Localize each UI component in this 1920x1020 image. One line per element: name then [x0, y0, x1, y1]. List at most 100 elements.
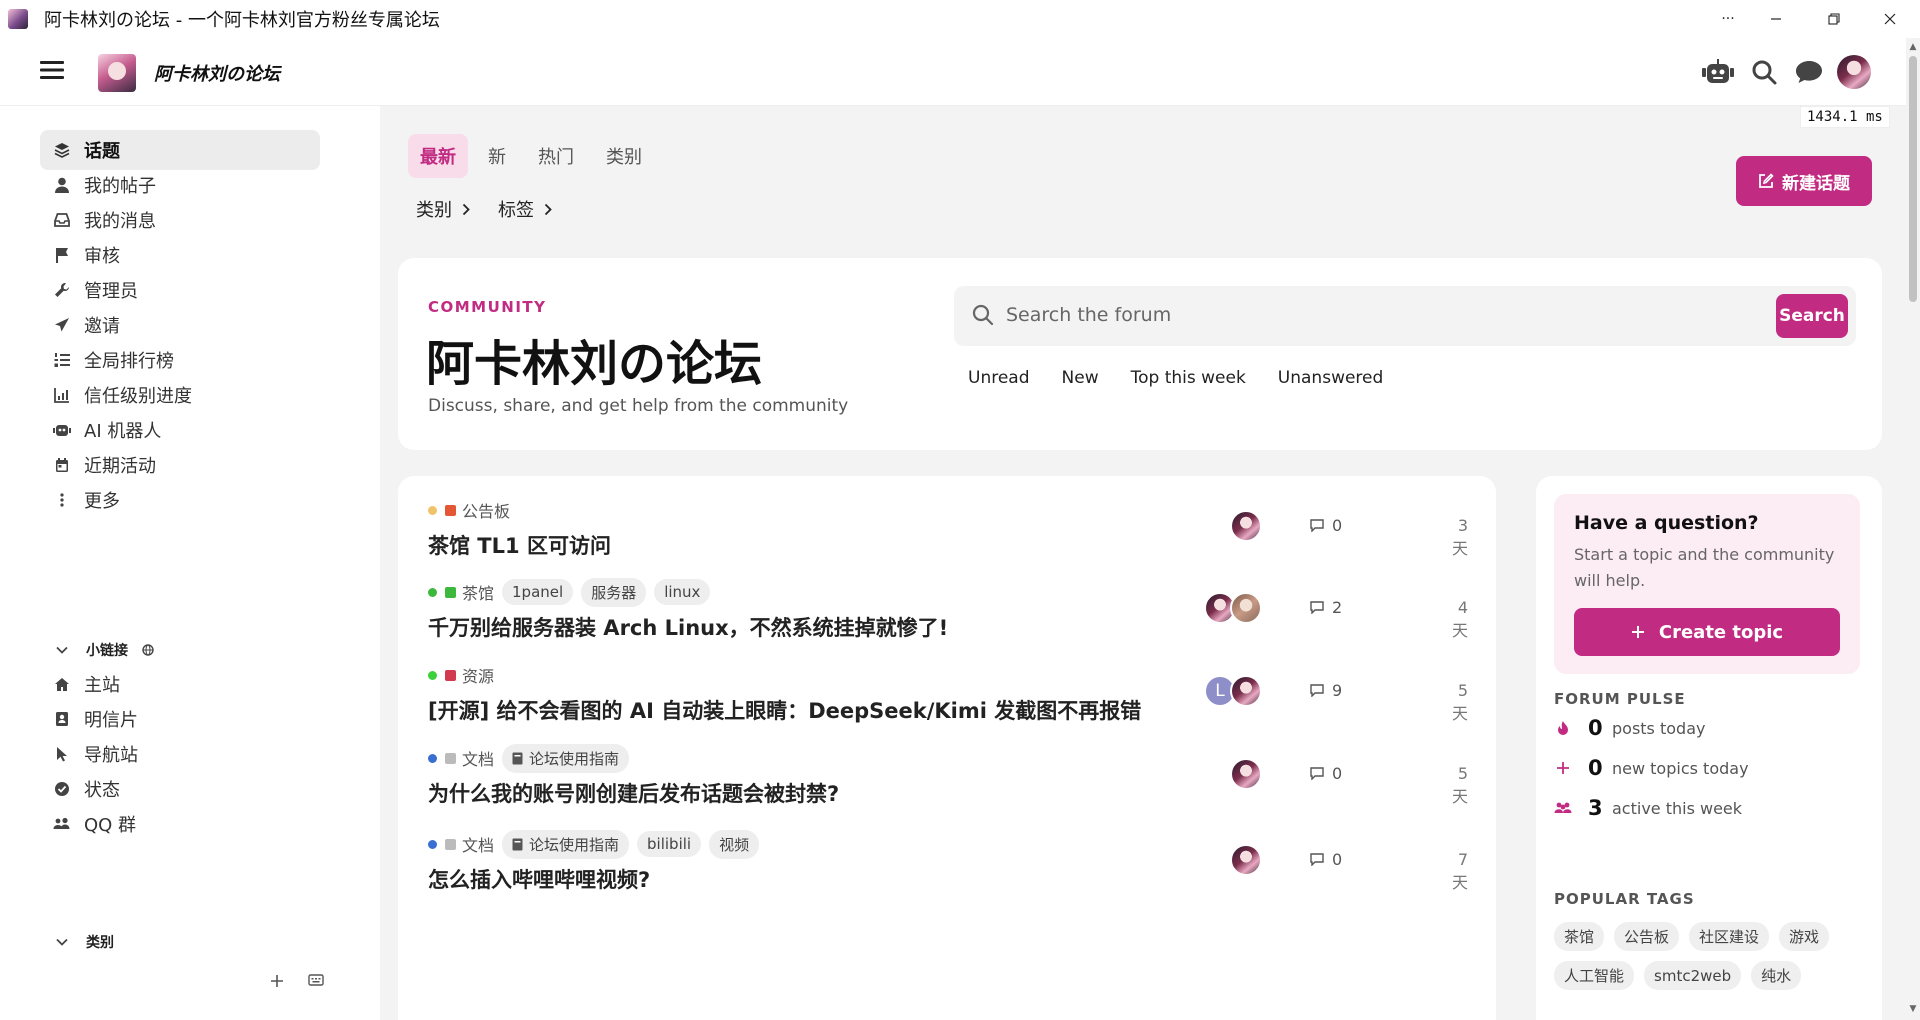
ask-title: Have a question? [1574, 512, 1759, 534]
topic-tag[interactable]: 视频 [709, 829, 760, 859]
sidebar-item-admin[interactable]: 管理员 [40, 270, 320, 310]
sidebar-item-ai-bot[interactable]: AI 机器人 [40, 410, 320, 450]
sidebar-item-review[interactable]: 审核 [40, 235, 320, 275]
sidebar-item-my-posts[interactable]: 我的帖子 [40, 165, 320, 205]
site-logo[interactable] [98, 54, 136, 92]
sidebar: 话题 我的帖子 我的消息 审核 管理员 邀请 全局排行榜 信任级别进度 AI 机… [0, 106, 380, 1020]
popular-tag[interactable]: 游戏 [1779, 922, 1830, 951]
users-icon [44, 804, 80, 844]
topic-row[interactable]: 文档 论坛使用指南 bilibili 视频 怎么插入哔哩哔哩视频? 0 7 天 [428, 829, 1468, 894]
close-window-button[interactable] [1862, 0, 1918, 38]
topic-row[interactable]: 茶馆 1panel 服务器 linux 千万别给服务器装 Arch Linux，不然系统… [428, 577, 1468, 642]
new-topic-button[interactable]: 新建话题 [1736, 156, 1872, 206]
sidebar-item-topics[interactable]: 话题 [40, 130, 320, 170]
restore-button[interactable] [1806, 0, 1862, 38]
topic-category-name: 文档 [462, 836, 495, 855]
category-icon [445, 752, 456, 764]
poster-avatar[interactable] [1230, 592, 1262, 624]
topic-row[interactable]: 公告板 茶馆 TL1 区可访问 0 3 天 [428, 496, 1468, 560]
quick-link-unanswered[interactable]: Unanswered [1278, 368, 1384, 388]
topic-category-link[interactable]: 资源 [445, 663, 494, 687]
popular-tag[interactable]: 茶馆 [1554, 922, 1605, 951]
popular-tag[interactable]: 纯水 [1751, 961, 1802, 990]
quick-link-unread[interactable]: Unread [968, 368, 1030, 388]
site-title[interactable]: 阿卡林刘の论坛 [154, 60, 280, 86]
topic-tag[interactable]: 论坛使用指南 [502, 829, 630, 859]
topic-age[interactable]: 3 天 [1438, 516, 1468, 559]
sidebar-item-my-messages[interactable]: 我的消息 [40, 200, 320, 240]
user-avatar-button[interactable] [1836, 54, 1872, 90]
list-ol-icon [44, 340, 80, 380]
reply-count: 0 [1332, 764, 1343, 783]
categories-section-header[interactable]: 类别 [56, 932, 114, 952]
topic-category-link[interactable]: 文档 [445, 746, 494, 770]
topic-age[interactable]: 5 天 [1438, 764, 1468, 807]
topic-row[interactable]: 资源 [开源] 给不会看图的 AI 自动装上眼睛：DeepSeek/Kimi 发截… [428, 661, 1468, 725]
search-icon[interactable] [1746, 54, 1782, 90]
minimize-button[interactable] [1748, 0, 1804, 38]
topic-category-link[interactable]: 茶馆 [445, 580, 494, 604]
popular-tag[interactable]: 公告板 [1614, 922, 1680, 951]
topic-tag[interactable]: 服务器 [581, 577, 647, 607]
popular-tag[interactable]: smtc2web [1644, 961, 1742, 990]
poster-avatar[interactable] [1230, 675, 1262, 707]
hero-kicker: COMMUNITY [428, 298, 547, 316]
topic-tag[interactable]: linux [654, 579, 711, 605]
tab-new[interactable]: 新 [476, 134, 518, 178]
sidebar-item-leaderboard[interactable]: 全局排行榜 [40, 340, 320, 380]
popular-tags-heading: POPULAR TAGS [1554, 890, 1695, 908]
popular-tag[interactable]: 社区建设 [1689, 922, 1770, 951]
scroll-up-arrow-icon[interactable]: ▲ [1908, 42, 1918, 52]
keyboard-shortcuts-icon[interactable] [308, 974, 324, 988]
sidebar-link-postcard[interactable]: 明信片 [40, 699, 320, 739]
topic-category-link[interactable]: 公告板 [445, 498, 510, 522]
inbox-icon [44, 200, 80, 240]
popular-tag[interactable]: 人工智能 [1554, 961, 1635, 990]
category-filter-dropdown[interactable]: 类别 [416, 196, 470, 222]
chat-icon[interactable] [1791, 54, 1827, 90]
site-header: 阿卡林刘の论坛 [0, 38, 1906, 106]
sidebar-item-trust-level[interactable]: 信任级别进度 [40, 375, 320, 415]
page-scrollbar[interactable]: ▲ ▼ [1906, 38, 1920, 1020]
robot-icon [44, 410, 80, 450]
links-section-header[interactable]: 小链接 [56, 640, 154, 660]
sidebar-link-main-site[interactable]: 主站 [40, 664, 320, 704]
poster-avatar[interactable] [1230, 758, 1262, 790]
quick-link-top-week[interactable]: Top this week [1131, 368, 1246, 388]
tab-latest[interactable]: 最新 [408, 134, 468, 178]
sidebar-item-invite[interactable]: 邀请 [40, 305, 320, 345]
topic-category-link[interactable]: 文档 [445, 832, 494, 856]
sidebar-link-nav-site[interactable]: 导航站 [40, 734, 320, 774]
forum-search-box[interactable]: Search the forum Search [954, 286, 1856, 346]
topic-tag-label: 服务器 [591, 583, 637, 602]
poster-avatar[interactable] [1230, 844, 1262, 876]
poster-avatar[interactable] [1230, 510, 1262, 542]
scroll-down-arrow-icon[interactable]: ▼ [1908, 1004, 1918, 1014]
topic-row[interactable]: 文档 论坛使用指南 为什么我的账号刚创建后发布话题会被封禁? 0 5 天 [428, 743, 1468, 808]
topic-age[interactable]: 4 天 [1438, 598, 1468, 641]
quick-link-new[interactable]: New [1062, 368, 1099, 388]
scrollbar-thumb[interactable] [1909, 56, 1917, 302]
topic-posters [1230, 844, 1262, 876]
tab-hot[interactable]: 热门 [526, 134, 586, 178]
sidebar-link-qq-group[interactable]: QQ 群 [40, 804, 320, 844]
search-button[interactable]: Search [1776, 294, 1848, 338]
topic-age[interactable]: 5 天 [1438, 681, 1468, 724]
ai-bot-button[interactable] [1700, 54, 1736, 90]
ellipsis-vertical-icon [44, 480, 80, 520]
topic-filters: 类别 标签 [416, 196, 552, 222]
tab-categories[interactable]: 类别 [594, 134, 654, 178]
topic-tag[interactable]: 论坛使用指南 [502, 743, 630, 773]
topic-age[interactable]: 7 天 [1438, 850, 1468, 893]
search-input[interactable]: Search the forum [1006, 304, 1171, 326]
topic-tag[interactable]: 1panel [502, 579, 574, 605]
sidebar-link-status[interactable]: 状态 [40, 769, 320, 809]
plus-icon [1631, 625, 1645, 639]
topic-tag[interactable]: bilibili [637, 831, 702, 857]
tag-filter-dropdown[interactable]: 标签 [498, 196, 552, 222]
sidebar-item-recent-activity[interactable]: 近期活动 [40, 445, 320, 485]
hamburger-menu-button[interactable] [40, 60, 64, 80]
sidebar-item-more[interactable]: 更多 [40, 480, 320, 520]
create-topic-button[interactable]: Create topic [1574, 608, 1840, 656]
add-section-button[interactable] [270, 974, 284, 988]
